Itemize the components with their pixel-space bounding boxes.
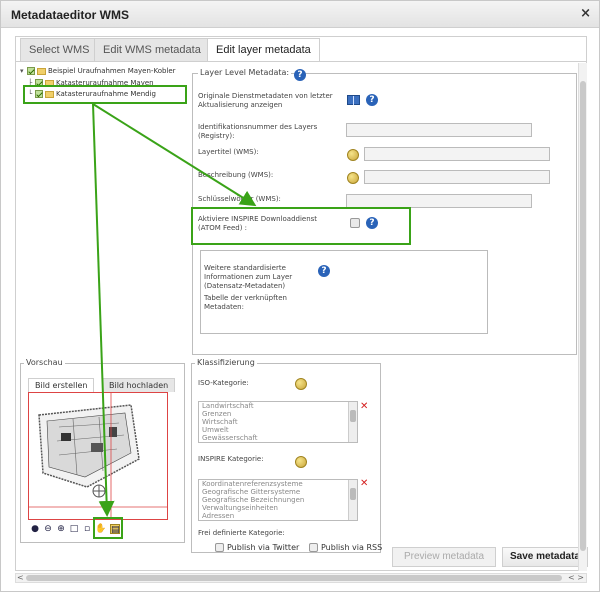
list-item[interactable]: Geografische Bezeichnungen — [199, 496, 357, 504]
list-item[interactable]: Grenzen — [199, 410, 357, 418]
inspire-category-list[interactable]: Koordinatenreferenzsysteme Geografische … — [198, 479, 358, 521]
further-info-box — [200, 250, 488, 334]
classification-legend: Klassifizierung — [195, 358, 257, 367]
window-title: Metadataeditor WMS — [11, 8, 130, 22]
map-thumbnail — [29, 393, 167, 519]
collapse-icon[interactable]: ▾ — [20, 67, 27, 75]
zoom-in-icon[interactable]: ⊕ — [56, 524, 66, 534]
iso-category-label: ISO-Kategorie: — [198, 379, 249, 387]
tree-root[interactable]: ▾ Beispiel Uraufnahmen Mayen-Kobler — [20, 67, 176, 79]
checkbox-icon[interactable] — [27, 67, 35, 75]
list-item[interactable]: Umwelt — [199, 426, 357, 434]
globe-icon[interactable] — [347, 172, 359, 184]
metadata-editor-dialog: Metadataeditor WMS × Select WMS Edit WMS… — [0, 0, 600, 592]
zoom-extent-icon[interactable]: ▫ — [82, 524, 92, 534]
tab-upload-image[interactable]: Bild hochladen — [102, 378, 176, 392]
help-icon[interactable]: ? — [294, 69, 306, 81]
titlebar: Metadataeditor WMS × — [1, 1, 599, 28]
original-services-label: Originale Dienstmetadaten von letzter Ak… — [198, 92, 333, 109]
preview-metadata-button[interactable]: Preview metadata — [392, 547, 496, 567]
list-scrollbar-thumb[interactable] — [350, 410, 356, 422]
inspire-category-label: INSPIRE Kategorie: — [198, 455, 264, 463]
publish-twitter-option[interactable]: Publish via Twitter — [215, 543, 299, 552]
save-metadata-button[interactable]: Save metadata — [502, 547, 588, 567]
publish-rss-label: Publish via RSS — [321, 543, 383, 552]
list-item[interactable]: Verwaltungseinheiten — [199, 504, 357, 512]
layer-title-label: Layertitel (WMS): — [198, 148, 259, 156]
preview-map[interactable] — [28, 392, 168, 520]
tab-create-image[interactable]: Bild erstellen — [28, 378, 95, 392]
folder-icon — [37, 67, 46, 75]
list-item[interactable]: Adressen — [199, 512, 357, 520]
tab-divider — [16, 61, 586, 62]
preview-legend: Vorschau — [24, 358, 65, 367]
publish-rss-checkbox[interactable] — [309, 543, 318, 552]
highlight-save-image-tool — [93, 517, 123, 539]
tree-root-label: Beispiel Uraufnahmen Mayen-Kobler — [48, 67, 176, 75]
tab-select-wms[interactable]: Select WMS — [20, 38, 99, 61]
list-item[interactable]: Koordinatenreferenzsysteme — [199, 480, 357, 488]
layer-metadata-legend: Layer Level Metadata: — [198, 68, 292, 77]
globe-icon[interactable] — [295, 378, 307, 390]
scroll-left-arrow[interactable]: < — [17, 573, 24, 582]
close-icon[interactable]: × — [580, 6, 591, 21]
globe-icon[interactable] — [295, 456, 307, 468]
list-item[interactable]: Gewässerschaft — [199, 434, 357, 442]
zoom-box-icon[interactable]: □ — [69, 524, 79, 534]
highlight-inspire-option — [191, 207, 411, 245]
list-item[interactable]: Wirtschaft — [199, 418, 357, 426]
horizontal-scrollbar[interactable]: < < > — [15, 573, 587, 583]
layer-title-field[interactable] — [364, 147, 550, 161]
list-item[interactable]: Geografische Gittersysteme — [199, 488, 357, 496]
globe-icon[interactable]: ● — [30, 524, 40, 534]
list-scrollbar-thumb[interactable] — [350, 488, 356, 500]
layer-id-label: Identifikationsnummer des Layers (Regist… — [198, 123, 318, 140]
zoom-out-icon[interactable]: ⊖ — [43, 524, 53, 534]
further-info-label: Weitere standardisierte Informationen zu… — [204, 264, 293, 290]
description-field[interactable] — [364, 170, 550, 184]
horizontal-scrollbar-thumb[interactable] — [26, 575, 562, 581]
editor-content: Select WMS Edit WMS metadata Edit layer … — [15, 36, 588, 571]
vertical-scrollbar[interactable] — [578, 63, 587, 571]
help-icon[interactable]: ? — [366, 94, 378, 106]
tab-edit-wms-metadata[interactable]: Edit WMS metadata — [94, 38, 210, 61]
publish-rss-option[interactable]: Publish via RSS — [309, 543, 382, 552]
list-scrollbar[interactable] — [348, 402, 357, 442]
delete-icon[interactable]: ✕ — [360, 478, 368, 489]
layer-id-field[interactable] — [346, 123, 532, 137]
list-item[interactable]: Landwirtschaft — [199, 402, 357, 410]
vertical-scrollbar-thumb[interactable] — [580, 81, 586, 551]
globe-icon[interactable] — [347, 149, 359, 161]
delete-icon[interactable]: ✕ — [360, 401, 368, 412]
scroll-right-arrow[interactable]: < > — [568, 573, 584, 582]
keywords-label: Schlüsselwörter (WMS): — [198, 195, 281, 203]
book-icon[interactable] — [347, 95, 360, 105]
publish-twitter-label: Publish via Twitter — [227, 543, 300, 552]
description-label: Beschreibung (WMS): — [198, 171, 274, 179]
publish-twitter-checkbox[interactable] — [215, 543, 224, 552]
help-icon[interactable]: ? — [318, 265, 330, 277]
keywords-field[interactable] — [346, 194, 532, 208]
tab-edit-layer-metadata[interactable]: Edit layer metadata — [207, 38, 320, 62]
linked-metadata-table-label: Tabelle der verknüpften Metadaten: — [204, 294, 287, 311]
highlight-selected-layer — [23, 85, 187, 104]
free-category-label: Frei definierte Kategorie: — [198, 529, 285, 537]
list-scrollbar[interactable] — [348, 480, 357, 520]
iso-category-list[interactable]: Landwirtschaft Grenzen Wirtschaft Umwelt… — [198, 401, 358, 443]
